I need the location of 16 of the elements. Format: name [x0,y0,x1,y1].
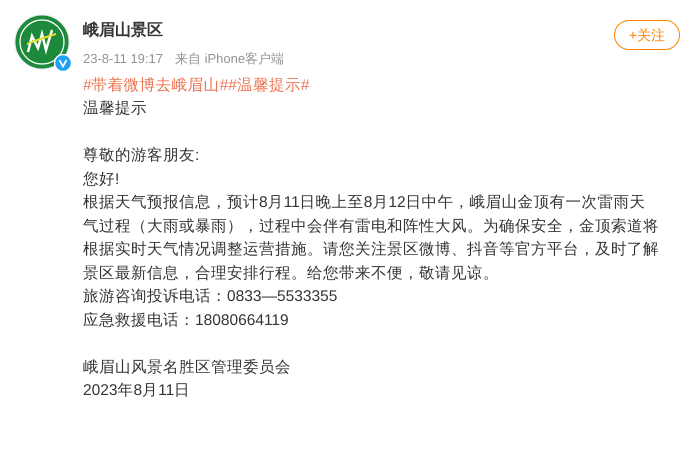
hashtag-link[interactable]: #温馨提示# [228,74,310,97]
post-text: 应急救援电话：18080664119 [83,310,290,330]
post-text: 根据天气预报信息，预计8月11日晚上至8月12日中午，峨眉山金顶有一次雷雨天气过程（大雨或暴雨），过程中会伴有雷电和阵性大风。为确保安全，金顶索道将根据实时天气情况调整运营措施。请您关注景区微博、抖音等官方平台，及时了解景区最新信息，合理安排行程。给您带来不便，敬请见谅。 [83,193,659,284]
post-text: 2023年8月11日 [83,381,192,401]
post-text: 您好! [83,170,120,190]
post-text: 峨眉山风景名胜区管理委员会 [83,358,292,378]
post-text: 尊敬的游客朋友: [83,146,200,166]
verified-badge-icon [54,54,72,72]
author-name[interactable]: 峨眉山景区 [83,20,284,42]
follow-button[interactable]: +关注 [614,20,680,50]
avatar-logo-icon [14,14,70,70]
post-source: 来自 iPhone客户端 [175,50,284,68]
post-text: 旅游咨询投诉电话：0833—5533355 [83,287,338,307]
hashtag-link[interactable]: #带着微博去峨眉山# [83,74,228,97]
post-time[interactable]: 23-8-11 19:17 [83,50,163,68]
post-text: 温馨提示 [83,99,148,119]
